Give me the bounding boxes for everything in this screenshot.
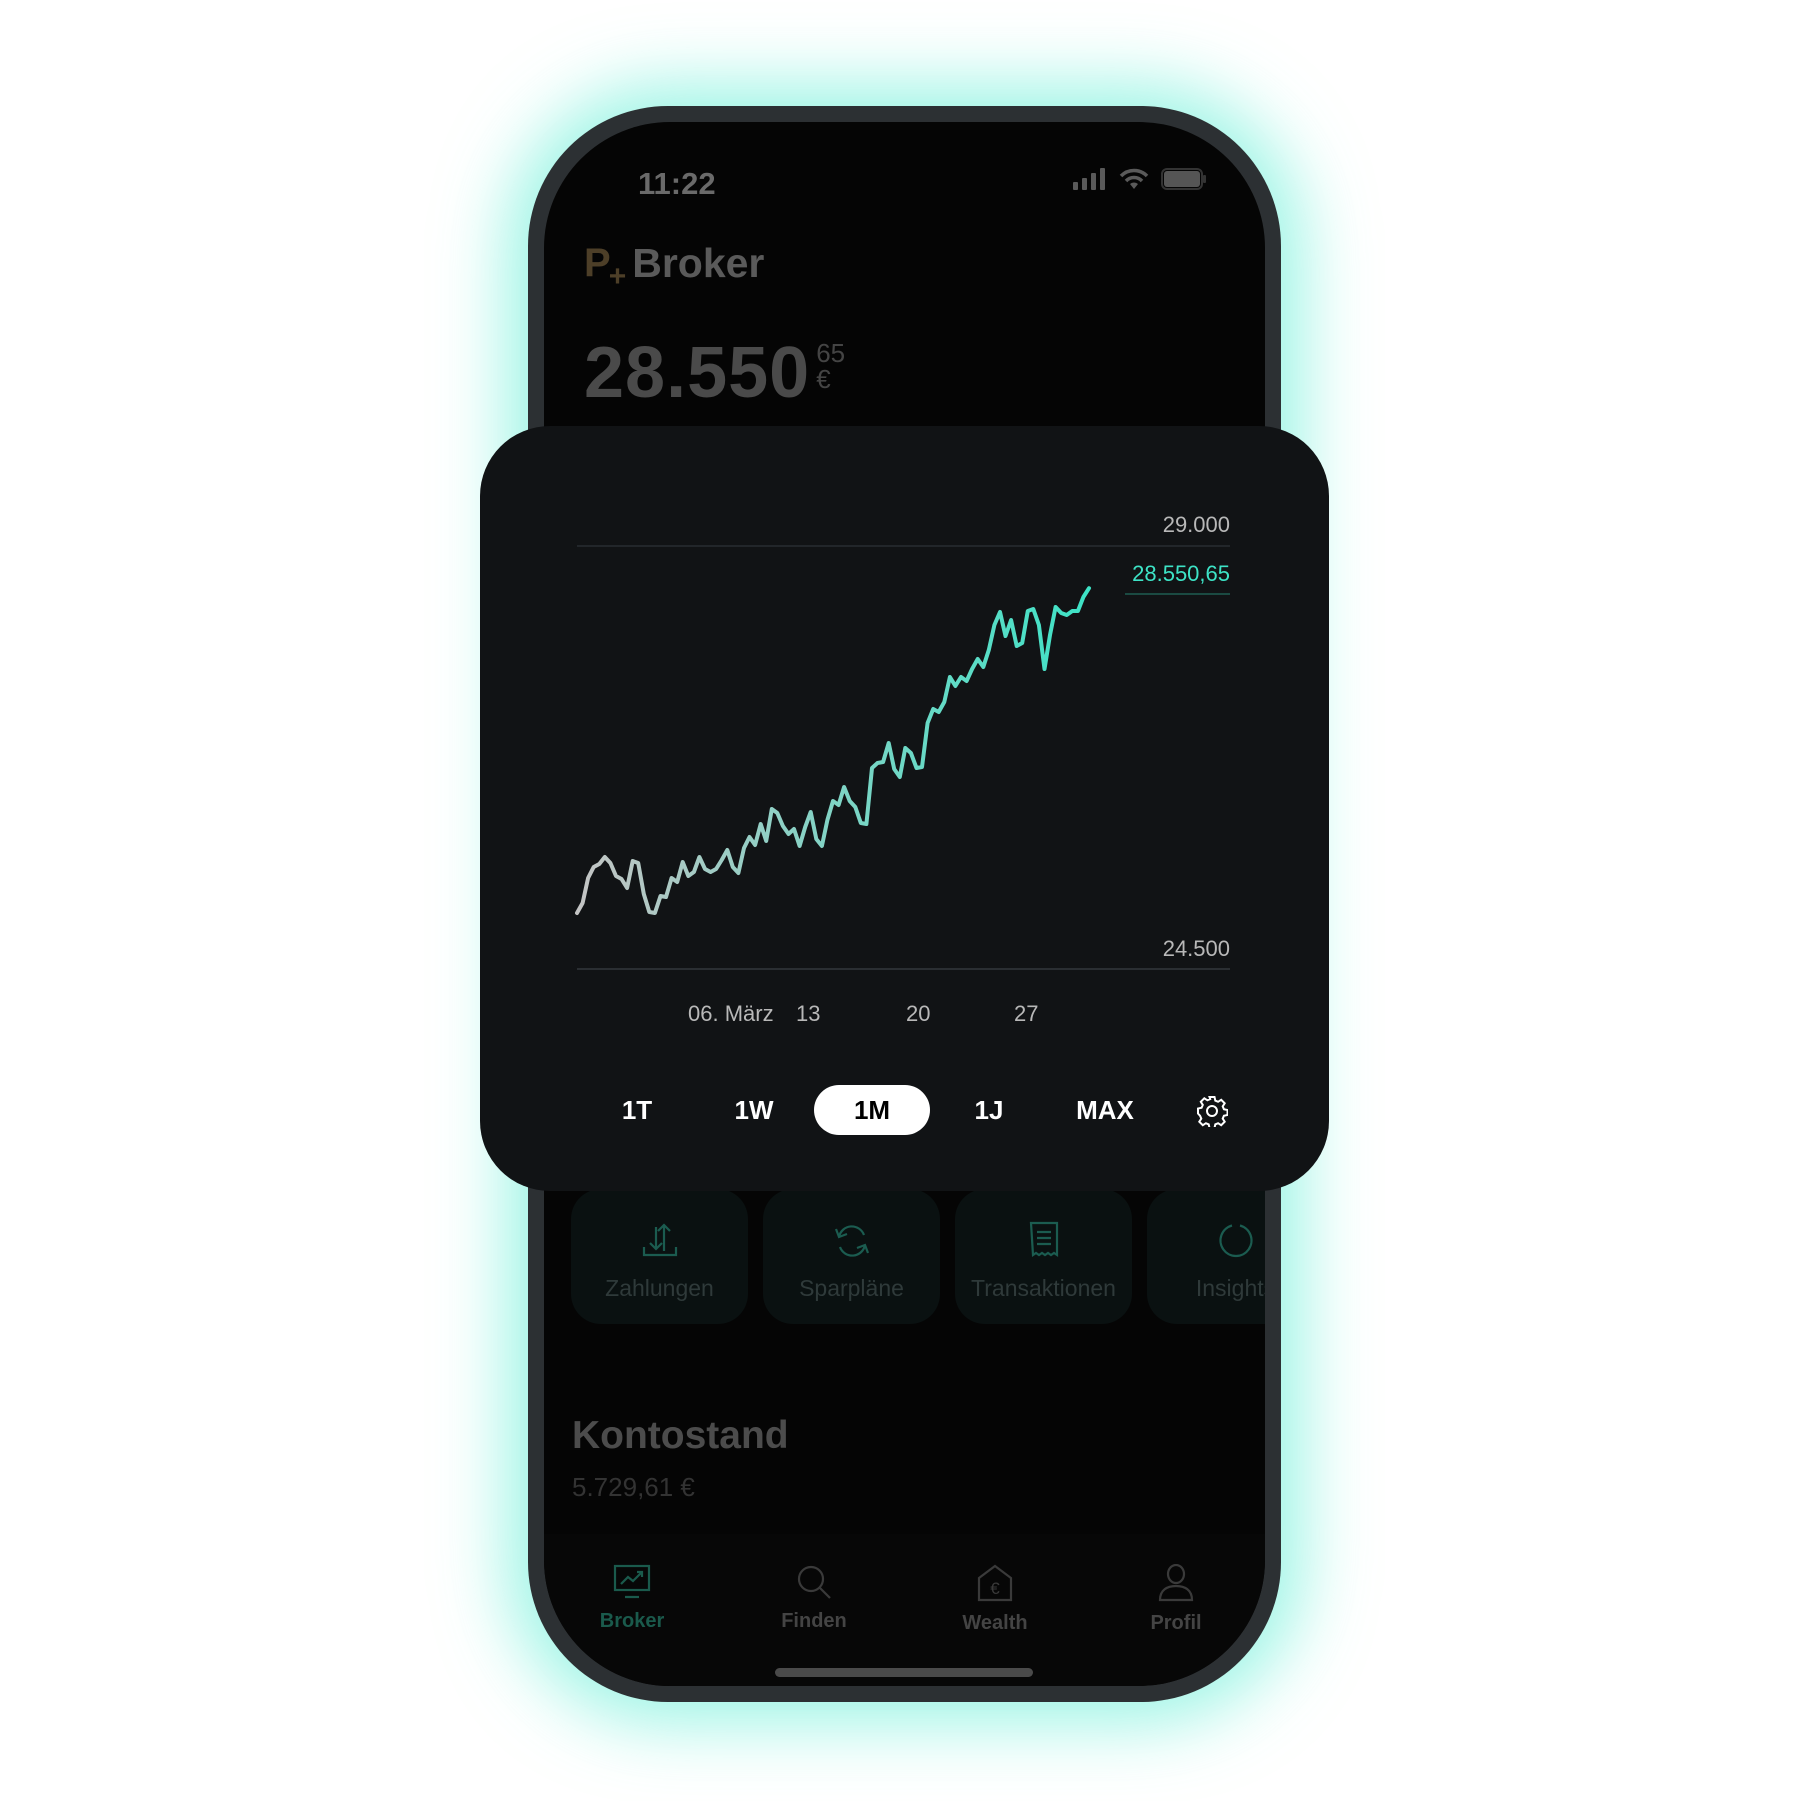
x-tick: 20 <box>906 1001 931 1026</box>
transfer-icon <box>642 1223 677 1257</box>
portfolio-value-main: 28.550 <box>584 333 811 413</box>
brand-logo: P+ <box>584 241 627 293</box>
chart-card: 29.000 28.550,65 24.500 06. März 13 20 2… <box>480 426 1329 1191</box>
account-title: Kontostand <box>572 1414 789 1457</box>
portfolio-chart <box>575 545 1230 970</box>
page-title: Broker <box>632 240 765 286</box>
signal-icon <box>1073 168 1105 190</box>
x-tick: 06. März <box>688 1001 774 1026</box>
status-icons <box>1073 168 1207 190</box>
nav-label: Profil <box>1150 1612 1202 1634</box>
gear-icon[interactable] <box>1196 1095 1228 1127</box>
nav-label: Finden <box>781 1610 847 1632</box>
range-1t[interactable]: 1T <box>612 1085 662 1135</box>
portfolio-value-cents: 65 <box>816 338 846 368</box>
header: P+ Broker <box>584 240 765 293</box>
x-tick: 27 <box>1014 1001 1039 1026</box>
wifi-icon <box>1119 168 1149 189</box>
nav-label: Wealth <box>962 1612 1028 1634</box>
x-tick: 13 <box>796 1001 821 1026</box>
range-1m[interactable]: 1M <box>814 1085 930 1135</box>
range-max[interactable]: MAX <box>1066 1085 1144 1135</box>
series-line <box>575 586 1091 915</box>
range-1w[interactable]: 1W <box>725 1085 784 1135</box>
tile-label: Insights <box>1195 1275 1265 1301</box>
y-tick-min: 24.500 <box>1162 936 1230 961</box>
nav-finden[interactable]: Finden <box>744 1564 884 1633</box>
portfolio-currency: € <box>816 364 831 394</box>
nav-broker[interactable]: Broker <box>562 1564 702 1633</box>
refresh-icon <box>834 1225 869 1257</box>
tile-label: Transaktionen <box>971 1275 1116 1301</box>
tile-insights[interactable]: Insights <box>1147 1189 1265 1324</box>
range-selector: 1T 1W 1M 1J MAX <box>480 1085 1329 1135</box>
tile-label: Zahlungen <box>605 1275 714 1301</box>
nav-profil[interactable]: Profil <box>1106 1564 1246 1635</box>
chart-monitor-icon <box>613 1564 651 1599</box>
nav-wealth[interactable]: € Wealth <box>925 1564 1065 1635</box>
home-indicator[interactable] <box>775 1668 1033 1677</box>
donut-icon <box>1218 1224 1253 1258</box>
user-icon <box>1158 1564 1194 1602</box>
tile-label: Sparpläne <box>799 1275 904 1301</box>
bottom-nav: Broker Finden € Wealth Profil <box>544 1534 1265 1686</box>
receipt-icon <box>1029 1221 1058 1258</box>
portfolio-value: 28.550 65 € <box>584 332 845 414</box>
svg-text:€: € <box>990 1579 1000 1598</box>
y-tick-max: 29.000 <box>1162 512 1230 537</box>
tile-zahlungen[interactable]: Zahlungen <box>571 1189 748 1324</box>
current-value-label: 28.550,65 <box>1132 561 1230 586</box>
status-time: 11:22 <box>638 166 716 201</box>
tile-transaktionen[interactable]: Transaktionen <box>955 1189 1132 1324</box>
tile-sparplaene[interactable]: Sparpläne <box>763 1189 940 1324</box>
quick-actions: Zahlungen Sparpläne Transaktionen Insigh… <box>571 1189 1265 1324</box>
account-value: 5.729,61 € <box>572 1472 695 1502</box>
euro-house-icon: € <box>977 1564 1013 1602</box>
search-icon <box>797 1565 831 1599</box>
nav-label: Broker <box>599 1610 665 1632</box>
battery-icon <box>1161 168 1206 190</box>
range-1j[interactable]: 1J <box>965 1085 1014 1135</box>
